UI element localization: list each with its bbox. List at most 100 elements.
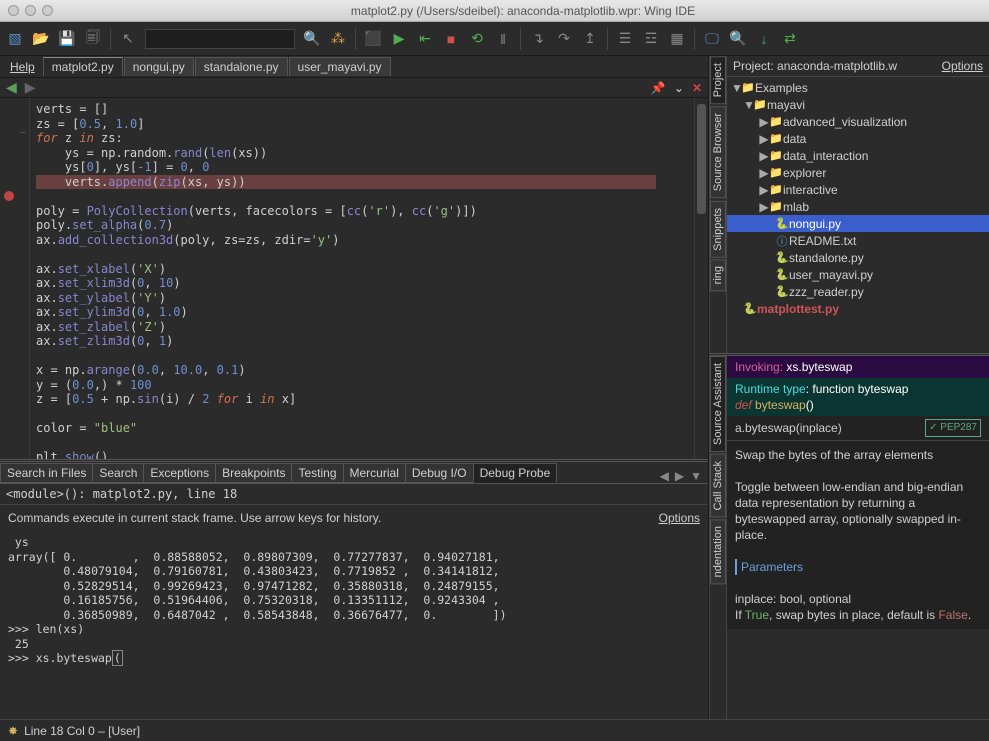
- gutter[interactable]: −: [0, 98, 30, 459]
- tab-nongui[interactable]: nongui.py: [124, 57, 194, 76]
- pep-badge: ✓ PEP287: [925, 419, 981, 437]
- fold-icon[interactable]: −: [20, 128, 26, 139]
- code-editor[interactable]: verts = [] zs = [0.5, 1.0] for z in zs: …: [30, 98, 694, 459]
- new-file-icon[interactable]: ▧: [6, 30, 24, 48]
- vtab-source-browser[interactable]: Source Browser: [710, 106, 726, 198]
- menu-chevron-icon[interactable]: ⌄: [674, 81, 684, 95]
- sync-icon[interactable]: ⇄: [781, 30, 799, 48]
- tree-file-usermayavi[interactable]: 🐍user_mayavi.py: [727, 266, 989, 283]
- tab-debug-io[interactable]: Debug I/O: [405, 463, 474, 483]
- pause-icon[interactable]: ‖: [494, 30, 512, 48]
- step-back-icon[interactable]: ⇤: [416, 30, 434, 48]
- vtab-ring[interactable]: ring: [710, 259, 726, 291]
- step-out-icon[interactable]: ↥: [581, 30, 599, 48]
- editor-scrollbar[interactable]: [694, 98, 708, 459]
- close-tab-icon[interactable]: ✕: [692, 81, 702, 95]
- right-top-vtabs: Project Source Browser Snippets ring: [709, 56, 727, 353]
- tabs-scroll-left-icon[interactable]: ◀: [660, 469, 669, 483]
- stack-icon[interactable]: ☰: [616, 30, 634, 48]
- tree-folder[interactable]: ▶📁data: [727, 130, 989, 147]
- tab-matplot2[interactable]: matplot2.py: [43, 57, 123, 76]
- editor-column: Help matplot2.py nongui.py standalone.py…: [0, 56, 709, 719]
- tab-breakpoints[interactable]: Breakpoints: [215, 463, 292, 483]
- help-link[interactable]: Help: [2, 58, 43, 76]
- tab-exceptions[interactable]: Exceptions: [143, 463, 216, 483]
- run-icon[interactable]: ▶: [390, 30, 408, 48]
- pin-icon[interactable]: 📌: [651, 81, 666, 95]
- tab-search-files[interactable]: Search in Files: [0, 463, 93, 483]
- tab-debug-probe[interactable]: Debug Probe: [473, 463, 558, 483]
- find-replace-icon[interactable]: ⁂: [329, 30, 347, 48]
- tree-folder[interactable]: ▶📁advanced_visualization: [727, 113, 989, 130]
- vtab-call-stack[interactable]: Call Stack: [710, 454, 726, 518]
- project-options-link[interactable]: Options: [942, 59, 983, 73]
- bottom-tabs: Search in Files Search Exceptions Breakp…: [0, 462, 708, 484]
- tab-user-mayavi[interactable]: user_mayavi.py: [289, 57, 391, 76]
- tree-folder[interactable]: ▶📁explorer: [727, 164, 989, 181]
- bug-icon[interactable]: ✸: [8, 724, 18, 738]
- right-bottom-vtabs: Source Assistant Call Stack ndentation: [709, 356, 727, 719]
- breakpoint-marker[interactable]: [4, 191, 14, 201]
- tree-file-nongui[interactable]: 🐍nongui.py: [727, 215, 989, 232]
- close-window-icon[interactable]: [8, 5, 19, 16]
- nav-back-icon[interactable]: ◀: [6, 79, 17, 96]
- assist-runtime: Runtime type: function byteswap def byte…: [727, 378, 989, 416]
- tree-root[interactable]: ▼📁Examples: [727, 79, 989, 96]
- monitor-icon[interactable]: 🖵: [703, 30, 721, 48]
- tabs-menu-icon[interactable]: ▼: [690, 469, 702, 483]
- open-file-icon[interactable]: 📂: [32, 30, 50, 48]
- tree-file-matplottest[interactable]: 🐍matplottest.py: [727, 300, 989, 317]
- assist-signature: a.byteswap(inplace) ✓ PEP287: [727, 416, 989, 441]
- vtab-indentation[interactable]: ndentation: [710, 519, 726, 584]
- editor-area: − verts = [] zs = [0.5, 1.0] for z in zs…: [0, 98, 708, 459]
- project-tree[interactable]: ▼📁Examples ▼📁mayavi ▶📁advanced_visualiza…: [727, 77, 989, 353]
- tree-file-readme[interactable]: ⓘREADME.txt: [727, 232, 989, 249]
- search-field[interactable]: [145, 29, 295, 49]
- break-icon[interactable]: ▦: [668, 30, 686, 48]
- debug-console[interactable]: ys array([ 0. , 0.88588052, 0.89807309, …: [0, 531, 708, 719]
- cursor-position: Line 18 Col 0 – [User]: [24, 724, 140, 738]
- main-toolbar: ▧ 📂 💾 🗐 ↖ 🔍 ⁂ ⬛ ▶ ⇤ ■ ⟲ ‖ ↴ ↷ ↥ ☰ ☲ ▦ 🖵 …: [0, 22, 989, 56]
- project-panel: Project Source Browser Snippets ring Pro…: [709, 56, 989, 356]
- save-all-icon[interactable]: 🗐: [84, 30, 102, 48]
- vtab-snippets[interactable]: Snippets: [710, 201, 726, 258]
- window-controls: [8, 5, 53, 16]
- source-assistant: Invoking: xs.byteswap Runtime type: func…: [727, 356, 989, 719]
- status-bar: ✸ Line 18 Col 0 – [User]: [0, 719, 989, 741]
- step-over-icon[interactable]: ↷: [555, 30, 573, 48]
- minimize-window-icon[interactable]: [25, 5, 36, 16]
- stop-icon[interactable]: ■: [442, 30, 460, 48]
- tab-standalone[interactable]: standalone.py: [195, 57, 288, 76]
- tabs-scroll-right-icon[interactable]: ▶: [675, 469, 684, 483]
- save-icon[interactable]: 💾: [58, 30, 76, 48]
- tab-testing[interactable]: Testing: [291, 463, 343, 483]
- hint-text: Commands execute in current stack frame.…: [8, 511, 381, 525]
- vtab-source-assistant[interactable]: Source Assistant: [710, 356, 726, 452]
- search-icon[interactable]: 🔍: [303, 30, 321, 48]
- tree-folder[interactable]: ▶📁interactive: [727, 181, 989, 198]
- assist-doc: Swap the bytes of the array elements Tog…: [727, 441, 989, 629]
- watch-icon[interactable]: ☲: [642, 30, 660, 48]
- pointer-icon[interactable]: ↖: [119, 30, 137, 48]
- vtab-project[interactable]: Project: [710, 56, 726, 104]
- right-column: Project Source Browser Snippets ring Pro…: [709, 56, 989, 719]
- tab-search[interactable]: Search: [92, 463, 144, 483]
- cancel-icon[interactable]: ⬛: [364, 30, 382, 48]
- find-icon[interactable]: 🔍: [729, 30, 747, 48]
- tab-mercurial[interactable]: Mercurial: [343, 463, 406, 483]
- scroll-thumb[interactable]: [697, 104, 706, 214]
- options-link[interactable]: Options: [659, 511, 700, 525]
- nav-forward-icon[interactable]: ▶: [25, 79, 36, 96]
- download-icon[interactable]: ↓: [755, 30, 773, 48]
- stack-frame-label[interactable]: <module>(): matplot2.py, line 18: [0, 484, 708, 505]
- tree-file-standalone[interactable]: 🐍standalone.py: [727, 249, 989, 266]
- tree-folder[interactable]: ▶📁data_interaction: [727, 147, 989, 164]
- editor-subbar: ◀ ▶ 📌 ⌄ ✕: [0, 78, 708, 98]
- tree-file-zzzreader[interactable]: 🐍zzz_reader.py: [727, 283, 989, 300]
- window-title: matplot2.py (/Users/sdeibel): anaconda-m…: [65, 4, 981, 18]
- tree-mayavi[interactable]: ▼📁mayavi: [727, 96, 989, 113]
- tree-folder[interactable]: ▶📁mlab: [727, 198, 989, 215]
- restart-icon[interactable]: ⟲: [468, 30, 486, 48]
- step-into-icon[interactable]: ↴: [529, 30, 547, 48]
- zoom-window-icon[interactable]: [42, 5, 53, 16]
